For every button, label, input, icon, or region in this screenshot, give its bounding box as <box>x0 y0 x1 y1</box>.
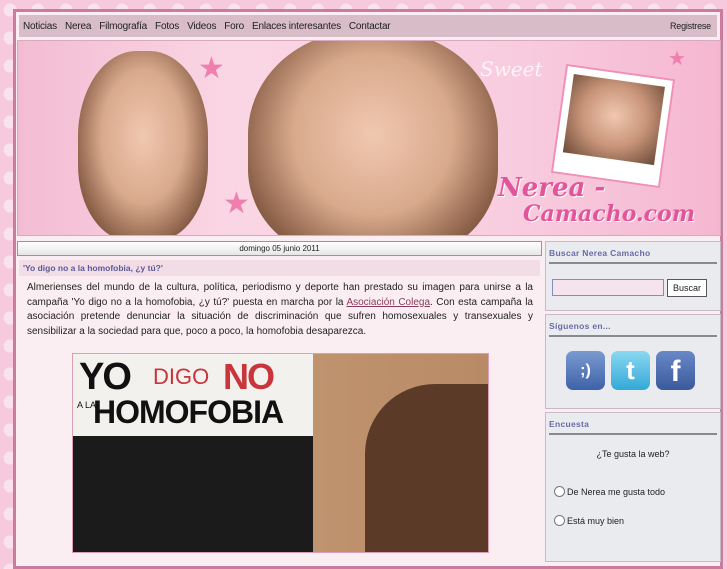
radio-button[interactable] <box>554 515 565 526</box>
star-icon: ★ <box>668 48 686 70</box>
social-widget-title: Síguenos en... <box>549 318 717 337</box>
tuenti-icon[interactable]: ;) <box>566 351 605 390</box>
nav-nerea[interactable]: Nerea <box>65 21 91 32</box>
nav-contactar[interactable]: Contactar <box>349 21 391 32</box>
poster-yo: YO <box>79 356 132 398</box>
search-widget-title: Buscar Nerea Camacho <box>549 245 717 264</box>
site-logo-line2[interactable]: Camacho.com <box>523 201 695 227</box>
asociacion-colega-link[interactable]: Asociación Colega <box>346 297 430 308</box>
poll-option-label: Está muy bien <box>567 515 625 526</box>
poll-option-label: De Nerea me gusta todo <box>567 486 666 497</box>
search-button[interactable]: Buscar <box>667 279 707 297</box>
banner-photo-center <box>248 41 498 235</box>
star-icon: ★ <box>223 187 250 220</box>
post-image: YO DIGO NO A LA HOMOFOBIA <box>72 353 489 553</box>
search-input[interactable] <box>552 279 664 296</box>
star-icon: ★ <box>198 52 225 85</box>
social-widget: Síguenos en... ;) t f <box>545 314 721 409</box>
poll-option[interactable]: Está muy bien <box>554 515 720 526</box>
campaign-poster: YO DIGO NO A LA HOMOFOBIA <box>73 354 313 552</box>
nav-enlaces[interactable]: Enlaces interesantes <box>252 21 341 32</box>
poll-option[interactable]: De Nerea me gusta todo <box>554 486 720 497</box>
poster-digo: DIGO <box>153 364 210 389</box>
banner-sweet-text: Sweet <box>480 57 543 81</box>
nav-videos[interactable]: Videos <box>187 21 216 32</box>
poll-question: ¿Te gusta la web? <box>596 449 670 459</box>
nav-filmografia[interactable]: Filmografía <box>99 21 147 32</box>
arch-background <box>365 384 488 552</box>
post-date: domingo 05 junio 2011 <box>17 241 542 256</box>
poster-group-photo <box>73 436 313 552</box>
nav-foro[interactable]: Foro <box>224 21 244 32</box>
header-banner: ★ ★ ★ Sweet Nerea - Camacho.com <box>17 40 721 236</box>
site-logo-line1[interactable]: Nerea - <box>498 173 605 203</box>
banner-polaroid <box>550 63 676 189</box>
twitter-icon[interactable]: t <box>611 351 650 390</box>
register-link[interactable]: Registrese <box>670 21 711 31</box>
radio-button[interactable] <box>554 486 565 497</box>
nav-fotos[interactable]: Fotos <box>155 21 179 32</box>
search-widget: Buscar Nerea Camacho Buscar <box>545 241 721 311</box>
main-nav: Noticias Nerea Filmografía Fotos Videos … <box>19 15 717 37</box>
banner-photo-left <box>78 51 208 235</box>
post-body: Almerienses del mundo de la cultura, pol… <box>27 281 533 339</box>
page-frame: Noticias Nerea Filmografía Fotos Videos … <box>13 9 723 569</box>
poster-no: NO <box>223 356 275 397</box>
nav-noticias[interactable]: Noticias <box>23 21 57 32</box>
poll-widget: Encuesta ¿Te gusta la web? De Nerea me g… <box>545 412 721 562</box>
post-title[interactable]: 'Yo digo no a la homofobia, ¿y tú?' <box>19 260 540 276</box>
poster-homofobia: HOMOFOBIA <box>93 394 284 430</box>
poll-widget-title: Encuesta <box>549 416 717 435</box>
facebook-icon[interactable]: f <box>656 351 695 390</box>
